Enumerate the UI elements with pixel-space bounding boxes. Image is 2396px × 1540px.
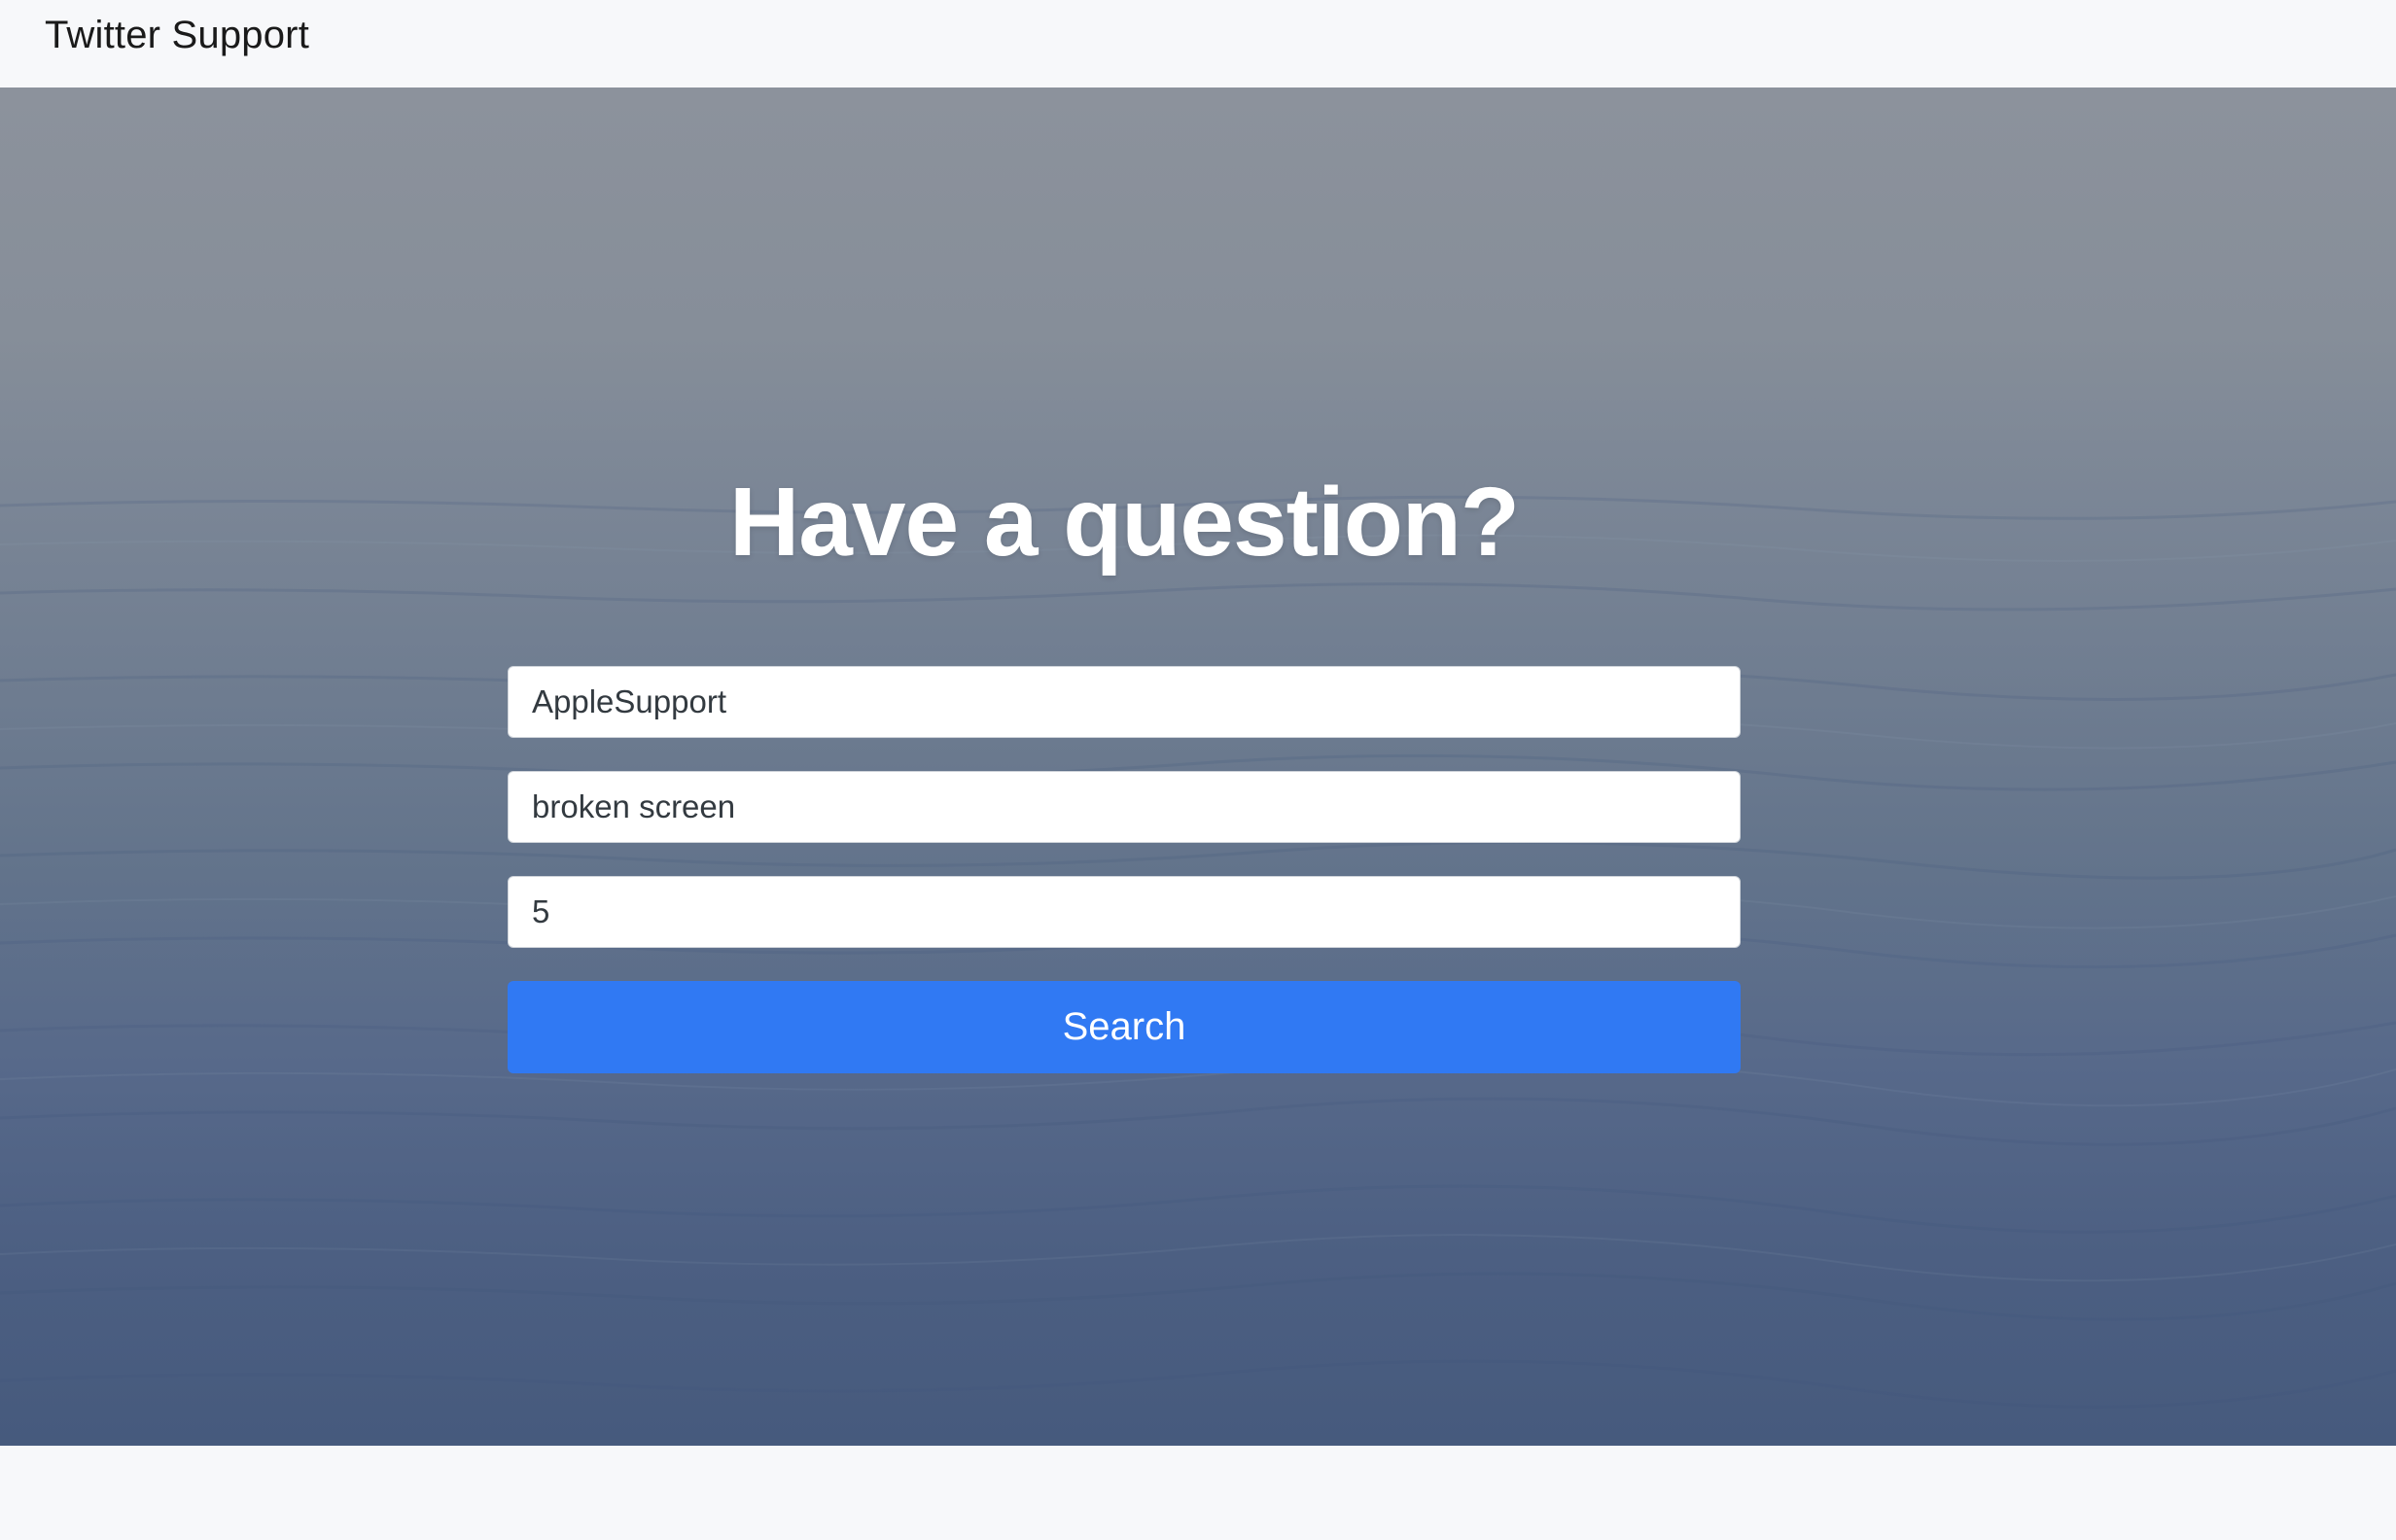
- account-input[interactable]: [508, 666, 1741, 738]
- page-headline: Have a question?: [729, 468, 1520, 577]
- ocean-background-image: [0, 495, 2396, 1409]
- brand-link[interactable]: Twitter Support: [45, 10, 309, 60]
- footer: [0, 1446, 2396, 1540]
- search-button[interactable]: Search: [508, 981, 1741, 1073]
- count-input[interactable]: [508, 876, 1741, 948]
- query-input[interactable]: [508, 771, 1741, 843]
- navbar: Twitter Support: [0, 0, 2396, 88]
- hero-section: Have a question? Search: [0, 88, 2396, 1446]
